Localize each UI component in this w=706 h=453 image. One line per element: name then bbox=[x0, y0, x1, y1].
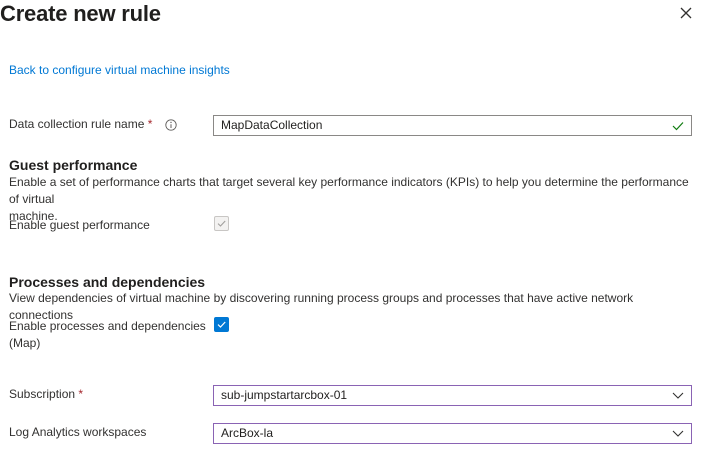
checkmark-icon bbox=[217, 321, 226, 328]
workspace-selected-value: ArcBox-la bbox=[221, 426, 274, 440]
checkmark-icon bbox=[217, 220, 226, 227]
enable-processes-label: Enable processes and dependencies (Map) bbox=[9, 318, 206, 352]
processes-heading: Processes and dependencies bbox=[9, 274, 206, 290]
close-button[interactable] bbox=[677, 4, 695, 22]
back-link[interactable]: Back to configure virtual machine insigh… bbox=[9, 63, 230, 77]
enable-processes-label-line-1: Enable processes and dependencies bbox=[9, 319, 206, 333]
chevron-down-icon bbox=[672, 392, 684, 399]
info-icon[interactable] bbox=[165, 119, 177, 136]
dcr-name-label-text: Data collection rule name bbox=[9, 117, 145, 131]
dcr-name-input[interactable]: MapDataCollection bbox=[213, 115, 692, 136]
required-mark: * bbox=[78, 387, 84, 401]
close-icon bbox=[680, 7, 692, 19]
dcr-name-value: MapDataCollection bbox=[221, 118, 323, 132]
workspace-dropdown[interactable]: ArcBox-la bbox=[213, 423, 692, 444]
subscription-dropdown[interactable]: sub-jumpstartarcbox-01 bbox=[213, 385, 692, 406]
dcr-name-label: Data collection rule name * bbox=[9, 116, 177, 136]
guest-performance-heading: Guest performance bbox=[9, 157, 138, 173]
enable-guest-performance-label: Enable guest performance bbox=[9, 218, 150, 232]
subscription-label: Subscription * bbox=[9, 386, 83, 403]
subscription-selected-value: sub-jumpstartarcbox-01 bbox=[221, 388, 348, 402]
subscription-label-text: Subscription bbox=[9, 387, 76, 401]
panel-title: Create new rule bbox=[0, 1, 161, 26]
chevron-down-icon bbox=[672, 430, 684, 437]
enable-processes-checkbox[interactable] bbox=[214, 317, 229, 332]
required-mark: * bbox=[147, 117, 153, 131]
enable-processes-label-line-2: (Map) bbox=[9, 336, 41, 350]
enable-guest-performance-checkbox[interactable] bbox=[214, 216, 229, 231]
workspace-label: Log Analytics workspaces bbox=[9, 425, 147, 439]
checkmark-icon bbox=[672, 122, 684, 131]
guest-description-line-1: Enable a set of performance charts that … bbox=[9, 175, 689, 206]
